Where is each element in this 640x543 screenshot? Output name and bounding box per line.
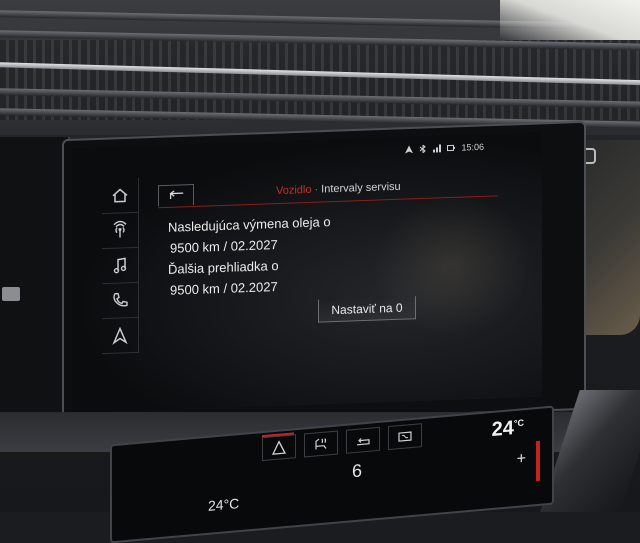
defrost-icon: [398, 431, 412, 442]
temperature-up-button[interactable]: +: [517, 450, 526, 469]
right-temperature-unit: °C: [513, 417, 524, 429]
sidebar-item-radio[interactable]: [102, 212, 139, 250]
fan-level[interactable]: 6: [352, 460, 362, 482]
main-sidebar: [102, 177, 142, 355]
reset-button[interactable]: Nastaviť na 0: [318, 296, 416, 323]
bluetooth-icon: [420, 144, 427, 154]
defrost-button[interactable]: [388, 423, 422, 451]
air-vent: [0, 0, 640, 135]
recirculation-icon: [357, 438, 370, 446]
breadcrumb: Vozidlo · Intervaly servisu: [276, 181, 401, 197]
sidebar-item-phone[interactable]: [102, 282, 139, 320]
recirculation-button[interactable]: [346, 426, 380, 454]
logo-icon: [2, 287, 20, 301]
sidebar-item-home[interactable]: [102, 177, 139, 215]
left-trim-panel: [0, 137, 70, 412]
back-arrow-icon: [169, 189, 184, 199]
clock-time: 15:06: [461, 141, 484, 153]
battery-icon: [447, 144, 456, 152]
seat-heat-icon: [315, 438, 327, 450]
inspection-value: 9500 km / 02.2027: [170, 279, 278, 298]
mmi-screen: 15:06 Vozidlo · Intervaly servisu Nasleduj…: [72, 131, 542, 414]
sidebar-item-media[interactable]: [102, 247, 139, 285]
auto-climate-button[interactable]: [262, 434, 296, 462]
navigation-icon: [405, 145, 414, 154]
climate-buttons: [262, 423, 422, 462]
temperature-indicator: [536, 440, 540, 482]
service-interval-info: Nasledujúca výmena oleja o 9500 km / 02.…: [168, 211, 331, 301]
sidebar-item-navigation[interactable]: [102, 317, 139, 355]
signal-icon: [433, 144, 442, 153]
auto-climate-icon: [271, 440, 287, 455]
music-note-icon: [113, 257, 127, 274]
phone-icon: [113, 292, 128, 307]
radio-icon: [113, 220, 127, 238]
seat-heating-button[interactable]: [304, 430, 338, 458]
breadcrumb-separator: ·: [314, 183, 319, 196]
home-icon: [112, 188, 128, 203]
window-glare: [500, 0, 640, 40]
right-temperature[interactable]: 24°C: [492, 416, 524, 442]
breadcrumb-parent[interactable]: Vozidlo: [276, 184, 311, 197]
right-temperature-value: 24: [491, 417, 514, 442]
navigation-arrow-icon: [112, 326, 128, 345]
left-temperature[interactable]: 24°C: [208, 495, 239, 514]
back-button[interactable]: [158, 183, 194, 207]
status-bar: 15:06: [405, 142, 484, 155]
breadcrumb-current: Intervaly servisu: [321, 180, 401, 196]
